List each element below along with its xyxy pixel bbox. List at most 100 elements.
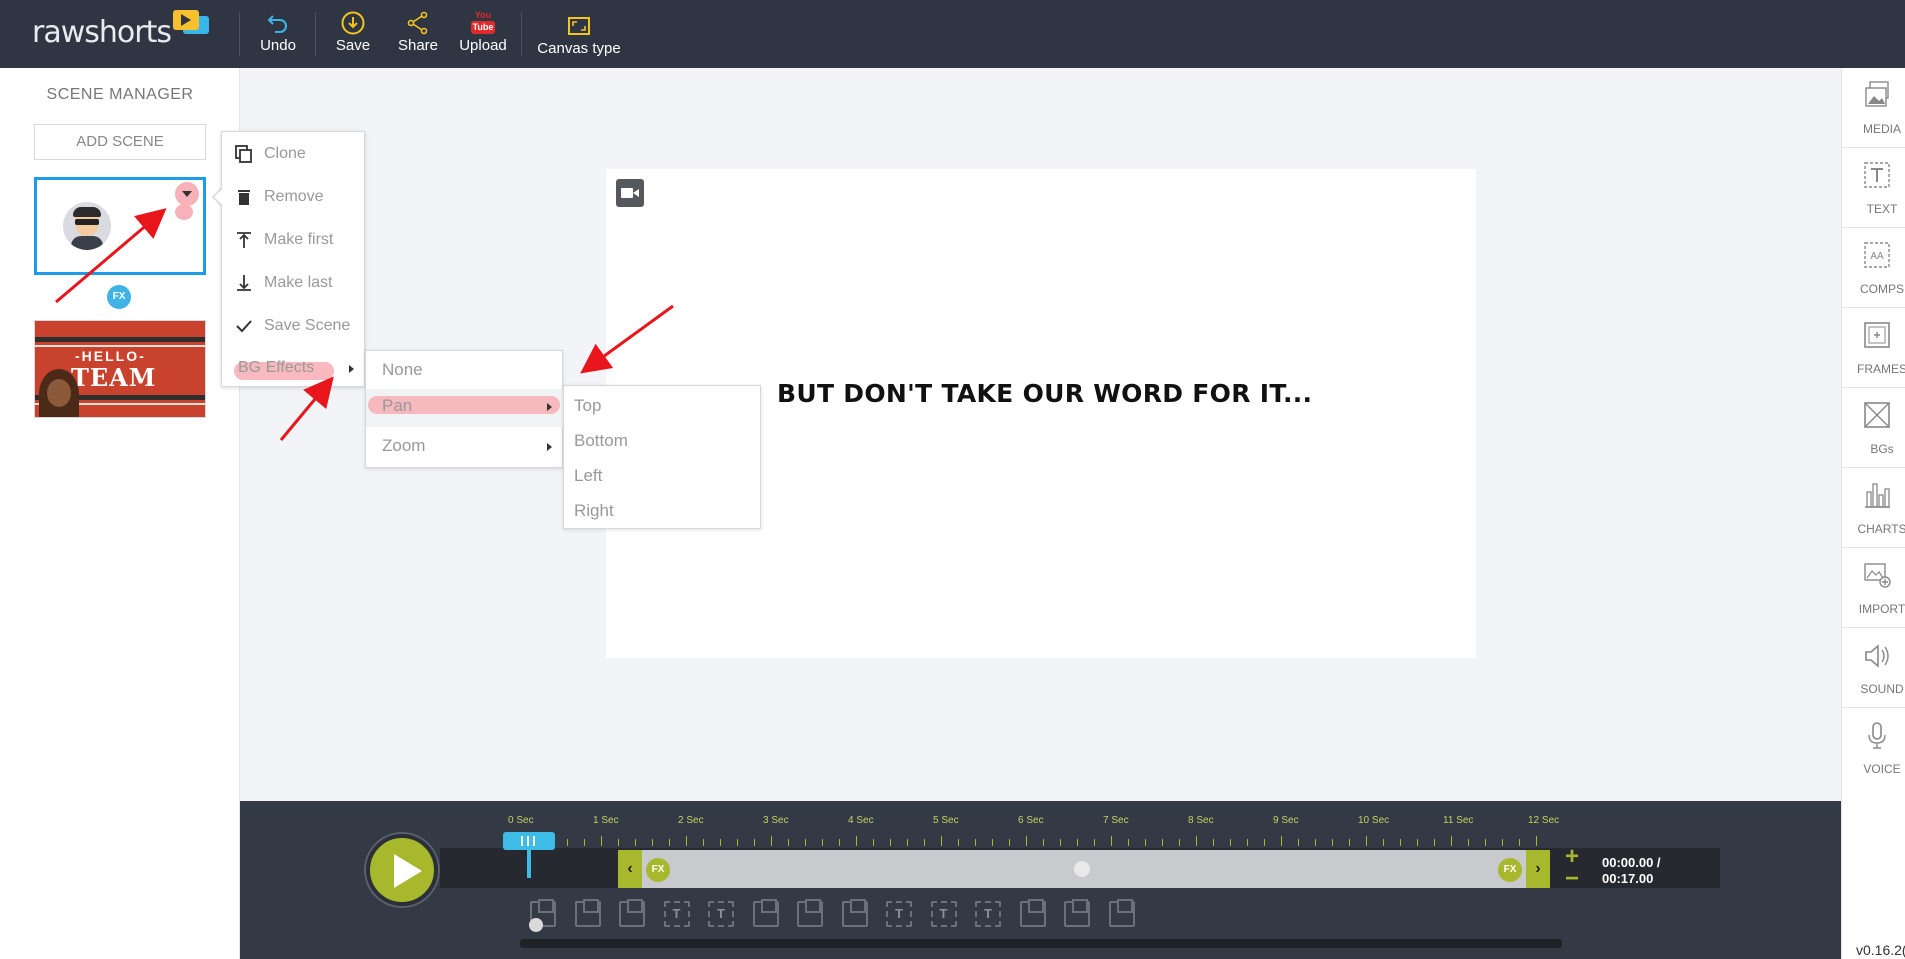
ruler-tick (1026, 836, 1027, 846)
trim-left-handle[interactable]: ‹ (618, 850, 642, 888)
ruler-label: 8 Sec (1188, 815, 1214, 826)
ruler-tick (1485, 839, 1486, 846)
undo-button[interactable]: Undo (255, 10, 301, 58)
image-layer-icon[interactable] (841, 899, 868, 927)
upload-youtube-button[interactable]: You Tube Upload (455, 10, 511, 58)
sound-icon (1865, 644, 1889, 668)
panel-frames-button[interactable]: FRAMES (1842, 308, 1905, 388)
make-last-icon (237, 275, 251, 291)
ruler-tick (1094, 839, 1095, 846)
canvas-type-button[interactable]: Canvas type (535, 13, 623, 61)
image-layer-icon[interactable] (1019, 899, 1046, 927)
scene-options-dropdown[interactable] (175, 182, 199, 206)
scene-thumbnail-1[interactable] (34, 177, 206, 275)
ruler-tick (1434, 839, 1435, 846)
ruler-tick (1298, 839, 1299, 846)
menu-item-make-last[interactable]: Make last (222, 263, 366, 303)
ruler-tick (856, 836, 857, 846)
ruler-tick (1451, 836, 1452, 846)
timeline-scrollbar[interactable] (520, 939, 1562, 948)
ruler-tick (618, 839, 619, 846)
ruler-tick (1281, 836, 1282, 846)
menu-item-pan-top[interactable]: Top (564, 388, 762, 423)
image-layer-icon[interactable] (619, 899, 645, 927)
ruler-tick (1315, 839, 1316, 846)
ruler-tick (805, 839, 806, 846)
ruler-label: 10 Sec (1358, 815, 1390, 826)
lock-icon[interactable] (1074, 861, 1090, 877)
ruler-label: 4 Sec (848, 815, 874, 826)
ruler-tick (1213, 839, 1214, 846)
panel-sound-button[interactable]: SOUND (1842, 628, 1905, 708)
image-layer-icon[interactable] (1108, 899, 1135, 927)
ruler-tick (1519, 839, 1520, 846)
image-layer-icon[interactable] (797, 899, 823, 927)
menu-item-pan-left[interactable]: Left (564, 458, 762, 493)
save-download-icon (341, 11, 365, 35)
undo-icon (267, 15, 287, 33)
save-button[interactable]: Save (332, 10, 374, 58)
text-layer-icon[interactable]: T (930, 901, 957, 927)
panel-text-button[interactable]: TEXT (1842, 148, 1905, 228)
canvas-type-icon (568, 17, 590, 35)
menu-item-bg-effects[interactable]: BG Effects (222, 348, 366, 388)
canvas-headline-text[interactable]: BUT DON'T TAKE OUR WORD FOR IT... (777, 379, 1312, 408)
ruler-tick (1332, 839, 1333, 846)
text-layer-icon[interactable]: T (975, 901, 1001, 927)
scene-transition-fx-button[interactable]: FX (107, 285, 131, 309)
ruler-tick (941, 836, 942, 846)
ruler-tick (1264, 839, 1265, 846)
submenu-arrow-icon (547, 403, 552, 411)
bgs-icon (1864, 402, 1890, 428)
menu-item-save-scene[interactable]: Save Scene (222, 306, 366, 346)
trim-right-handle[interactable]: › (1526, 850, 1550, 888)
clone-icon (235, 145, 252, 163)
image-layer-icon[interactable] (1064, 899, 1090, 927)
panel-import-button[interactable]: IMPORT (1842, 548, 1905, 628)
timeline-ruler[interactable]: 0 Sec 1 Sec 2 Sec 3 Sec 4 Sec 5 Sec 6 Sec 7 Sec… (508, 815, 1810, 846)
text-layer-icon[interactable]: T (708, 901, 734, 927)
zoom-out-icon[interactable]: − (1560, 867, 1584, 891)
menu-item-remove[interactable]: Remove (222, 177, 366, 217)
ruler-label: 9 Sec (1273, 815, 1299, 826)
share-button[interactable]: Share (394, 10, 442, 58)
panel-voice-button[interactable]: VOICE (1842, 708, 1905, 788)
ruler-tick (652, 839, 653, 846)
ruler-label: 0 Sec (508, 815, 534, 826)
youtube-icon: You Tube (471, 10, 495, 34)
layer-lock-icon[interactable] (529, 918, 543, 932)
image-layer-icon[interactable] (574, 899, 601, 927)
image-layer-icon[interactable] (752, 899, 779, 927)
menu-item-pan-bottom[interactable]: Bottom (564, 423, 762, 458)
clip-end-fx-button[interactable]: FX (1498, 858, 1522, 882)
rawshorts-logo[interactable]: rawshorts (32, 10, 209, 52)
ruler-tick (975, 839, 976, 846)
toolbar-divider (315, 12, 316, 56)
play-button[interactable] (366, 834, 438, 906)
menu-item-pan[interactable]: Pan (366, 387, 564, 425)
add-scene-button[interactable]: ADD SCENE (34, 124, 206, 160)
scene-clip-track[interactable]: ‹ FX FX › (618, 850, 1550, 888)
menu-item-zoom[interactable]: Zoom (366, 427, 564, 465)
panel-comps-button[interactable]: AA COMPS (1842, 228, 1905, 308)
ruler-tick (635, 839, 636, 846)
panel-media-button[interactable]: MEDIA (1842, 68, 1905, 148)
video-camera-icon[interactable] (616, 179, 644, 207)
scene-manager-title: SCENE MANAGER (46, 86, 194, 103)
menu-item-make-first[interactable]: Make first (222, 220, 366, 260)
ruler-tick (1077, 839, 1078, 846)
text-layer-icon[interactable]: T (663, 901, 690, 927)
menu-item-none[interactable]: None (366, 351, 564, 389)
clip-start-fx-button[interactable]: FX (646, 858, 670, 882)
menu-item-clone[interactable]: Clone (222, 134, 366, 174)
menu-item-pan-right[interactable]: Right (564, 493, 762, 528)
save-label: Save (335, 37, 371, 54)
scene-thumbnail-2[interactable]: -HELLO- TEAM (34, 320, 206, 418)
panel-bgs-button[interactable]: BGs (1842, 388, 1905, 468)
caret-down-icon (182, 191, 192, 197)
annotation-highlight (175, 204, 193, 220)
playhead-line (527, 846, 531, 878)
panel-charts-button[interactable]: CHARTS (1842, 468, 1905, 548)
timeline-zoom-controls[interactable]: + − (1560, 845, 1584, 892)
text-layer-icon[interactable]: T (886, 901, 912, 927)
